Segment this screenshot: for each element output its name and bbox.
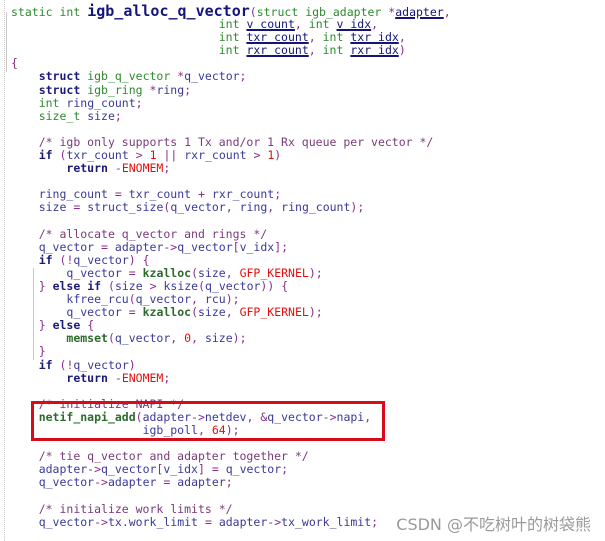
code-editor: static int igb_alloc_q_vector(struct igb…	[0, 0, 605, 541]
code-line: size_t size;	[38, 108, 122, 123]
code-line: return -ENOMEM;	[66, 161, 171, 176]
highlight-box-napi-init	[31, 401, 385, 441]
code-text: static int igb_alloc_q_vector(struct igb…	[11, 4, 451, 529]
code-line: q_vector->tx.work_limit = adapter->tx_wo…	[38, 514, 379, 529]
code-line: size = struct_size(q_vector, ring, ring_…	[38, 200, 365, 215]
fold-guide-function	[6, 12, 7, 72]
watermark: CSDN @不吃树叶的树袋熊	[396, 515, 591, 534]
code-line: memset(q_vector, 0, size);	[66, 331, 247, 346]
code-line: int rxr_count, int rxr_idx)	[218, 43, 406, 58]
editor-gutter	[0, 0, 5, 541]
code-line: return -ENOMEM;	[66, 370, 171, 385]
code-line: q_vector->adapter = adapter;	[38, 475, 233, 490]
